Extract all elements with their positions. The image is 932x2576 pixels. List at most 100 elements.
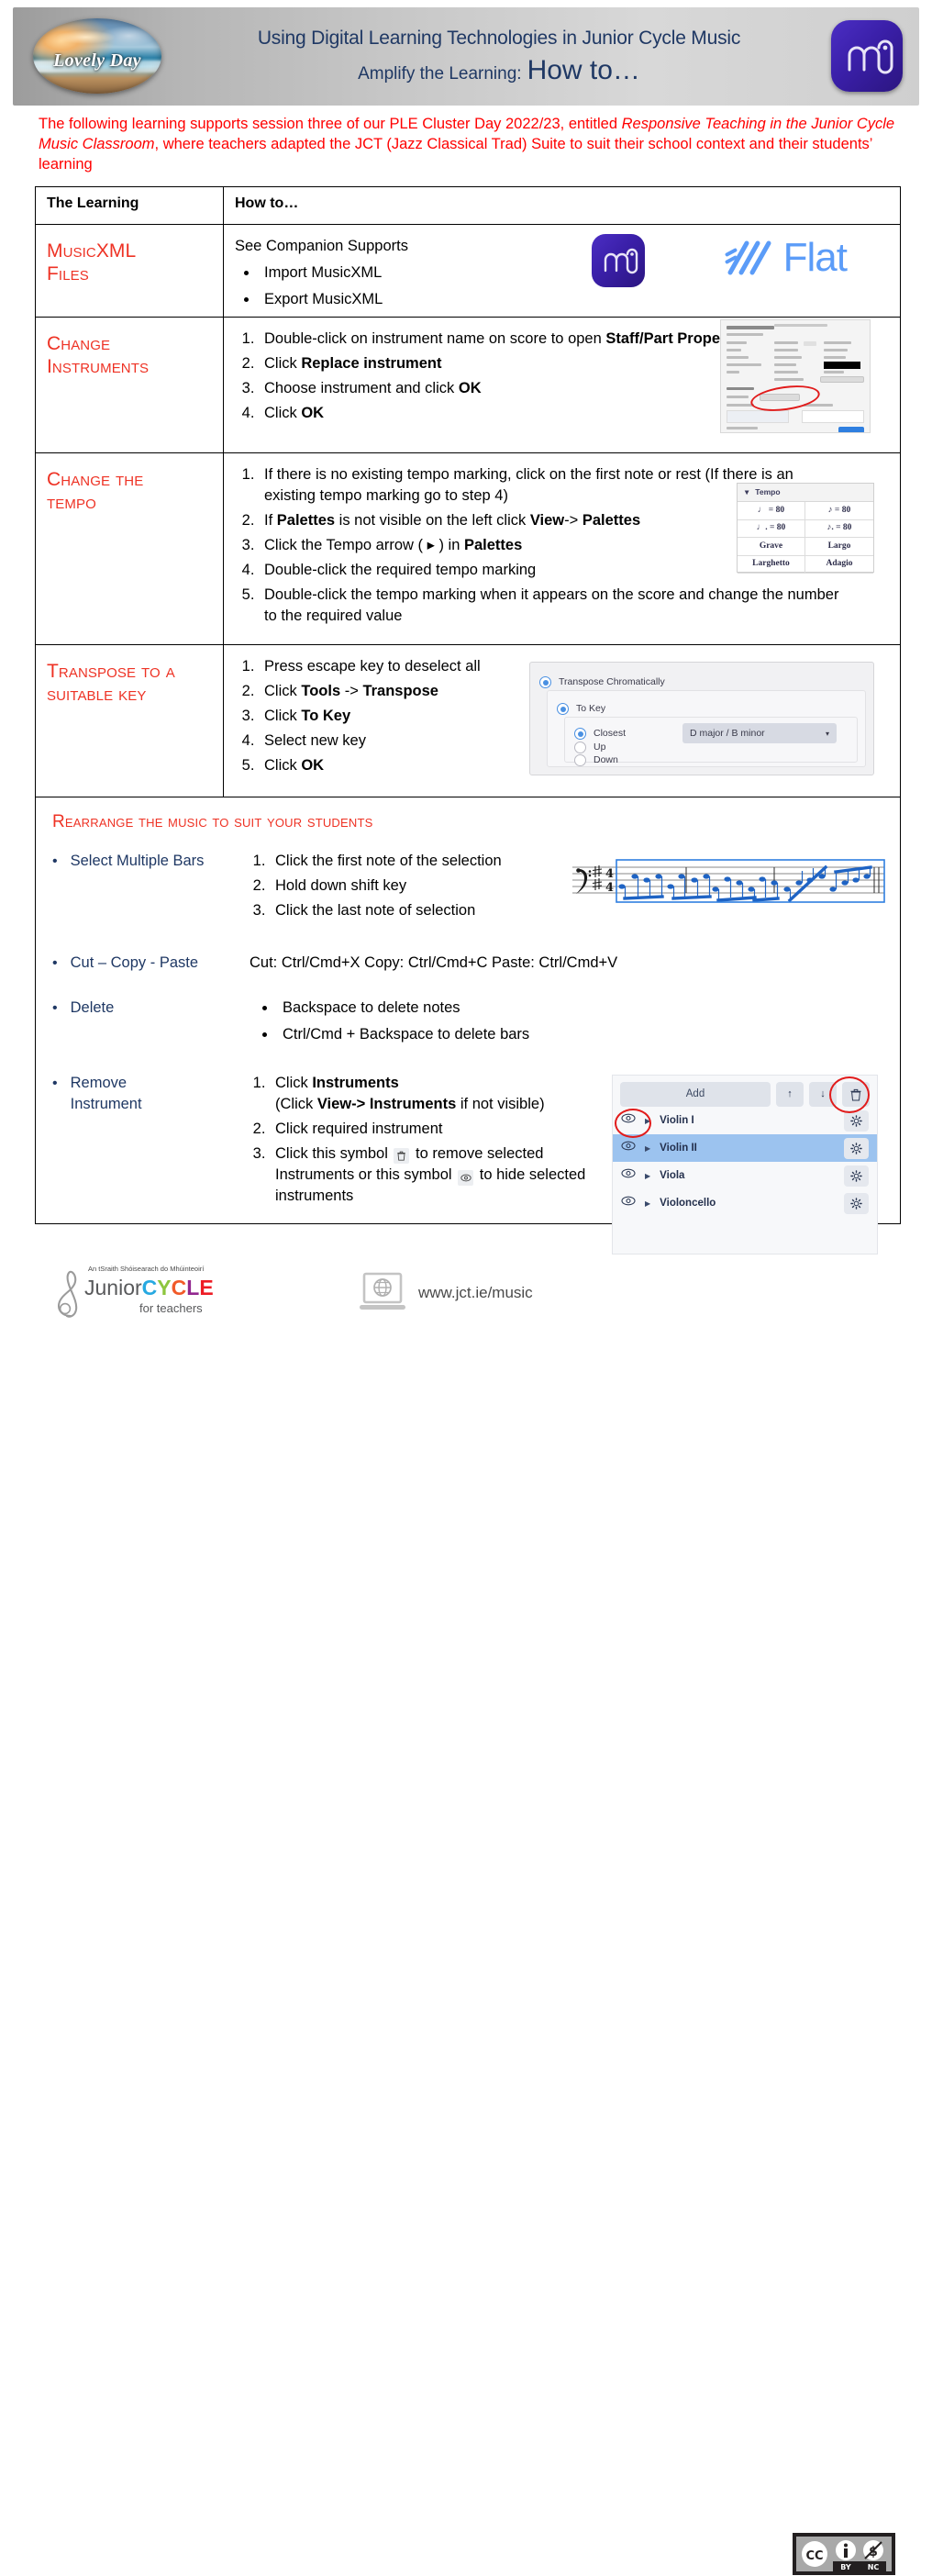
list-item: Click this symbol to remove selected Ins… [270, 1143, 616, 1207]
radio-icon[interactable] [557, 703, 569, 715]
eye-icon[interactable] [621, 1165, 636, 1187]
instrument-name: Viola [660, 1169, 685, 1181]
learning-cell-transpose: Transpose to a suitable key [35, 644, 224, 797]
wordmark-junior: Junior [84, 1276, 142, 1299]
gear-icon[interactable] [844, 1137, 869, 1159]
step-text: Click this symbol [275, 1145, 393, 1162]
flat-wordmark: Flat [782, 235, 848, 280]
chevron-right-icon[interactable]: ▶ [645, 1193, 650, 1214]
radio-icon[interactable] [574, 754, 586, 766]
eye-icon[interactable] [621, 1138, 636, 1159]
eye-icon [458, 1170, 474, 1186]
website-url[interactable]: www.jct.ie/music [418, 1284, 533, 1302]
step-bold: Palettes [582, 512, 641, 529]
instrument-row-violin-2[interactable]: ▶ Violin II [613, 1134, 877, 1162]
rearrange-label: • Select Multiple Bars [52, 851, 250, 872]
delete-bullets-wrap: Backspace to delete notes Ctrl/Cmd + Bac… [250, 998, 893, 1051]
step-text: Click [264, 757, 302, 774]
banner-title-block: Using Digital Learning Technologies in J… [178, 7, 820, 106]
instrument-name: Violin I [660, 1114, 694, 1126]
gear-icon[interactable] [844, 1165, 869, 1187]
transpose-body: Press escape key to deselect all Click T… [224, 645, 900, 797]
add-instrument-button[interactable]: Add [620, 1082, 771, 1107]
step-bold: To Key [301, 708, 351, 724]
remove-instrument-steps-wrap: Click Instruments (Click View-> Instrume… [250, 1073, 893, 1255]
tempo-cell: Larghetto [738, 555, 805, 574]
step-text: If there is no existing tempo marking, c… [264, 466, 793, 504]
step-text: If [264, 512, 277, 529]
tempo-cell: Adagio [805, 556, 873, 574]
list-item: Ctrl/Cmd + Backspace to delete bars [277, 1024, 893, 1045]
wordmark-e: E [199, 1276, 214, 1299]
eye-icon[interactable] [621, 1193, 636, 1214]
learning-heading-line1: Change [47, 333, 111, 354]
table-header-row: The Learning How to… [35, 186, 901, 225]
staff-part-properties-screenshot [720, 319, 871, 433]
cloud-decoration [99, 26, 158, 46]
bullet-icon: • [52, 1000, 58, 1016]
rearrange-item-cut-copy-paste: • Cut – Copy - Paste Cut: Ctrl/Cmd+X Cop… [43, 953, 893, 974]
step-bold: View-> Instruments [316, 1096, 457, 1112]
instrument-row-violin-1[interactable]: ▶ Violin I [613, 1107, 877, 1134]
step-bold: OK [301, 405, 325, 421]
list-item: Double-click the tempo marking when it a… [259, 585, 840, 627]
highlight-ellipse-trash [829, 1076, 870, 1113]
step-text: Double-click on instrument name on score… [264, 330, 606, 347]
subtitle-howto: How to… [527, 54, 640, 85]
wordmark-c2: C [171, 1276, 187, 1299]
step-text: Select new key [264, 732, 366, 749]
step-bold: View [529, 512, 565, 529]
chevron-right-icon[interactable]: ▶ [645, 1138, 650, 1159]
rearrange-title: Rearrange the music to suit your student… [52, 812, 373, 831]
creative-commons-badge: CC $ BY NC [793, 2533, 895, 2575]
radio-icon[interactable] [539, 676, 551, 688]
key-select[interactable]: D major / B minor ▾ [682, 723, 837, 743]
rearrange-label: • Delete [52, 998, 250, 1019]
step-text: Click [264, 405, 302, 421]
step-text: Double-click the required tempo marking [264, 562, 537, 578]
bullet-icon: • [52, 1076, 58, 1091]
learning-heading-change-instruments: Change Instruments [36, 318, 223, 378]
rearrange-label: • Remove Instrument [52, 1073, 250, 1115]
instrument-row-viola[interactable]: ▶ Viola [613, 1162, 877, 1189]
change-instruments-body: Double-click on instrument name on score… [224, 318, 900, 452]
step-text: Click [275, 1075, 313, 1091]
rearrange-label-wrap: • Select Multiple Bars [43, 851, 250, 925]
rearrange-cell: Rearrange the music to suit your student… [35, 797, 901, 1255]
radio-label: Down [594, 754, 618, 765]
select-bars-steps-wrap: Click the first note of the selection Ho… [250, 851, 893, 925]
step-bold: Transpose [362, 683, 438, 699]
junior-cycle-logo: An tSraith Shóisearach do Mhúinteoirí Ju… [31, 1263, 214, 1321]
key-select-value: D major / B minor [690, 727, 765, 739]
intro-part2: , where teachers adapted the JCT (Jazz C… [39, 136, 872, 173]
svg-text:CC: CC [805, 2549, 823, 2563]
learning-cell-musicxml: MusicXML Files [35, 224, 224, 318]
step-text: Click [264, 708, 302, 724]
learning-heading-transpose: Transpose to a suitable key [36, 645, 223, 706]
chevron-right-icon[interactable]: ▶ [645, 1165, 650, 1187]
rearrange-label-line1: Remove [70, 1075, 128, 1091]
musicxml-body: See Companion Supports Import MusicXML E… [224, 225, 900, 317]
howto-cell-musicxml: See Companion Supports Import MusicXML E… [223, 224, 901, 318]
intro-paragraph: The following learning supports session … [39, 114, 901, 174]
rearrange-label-text: Delete [70, 999, 115, 1016]
gear-icon[interactable] [844, 1192, 869, 1214]
rearrange-item-remove-instrument: • Remove Instrument Click Instruments (C… [43, 1073, 893, 1255]
shortcut-text: Cut: Ctrl/Cmd+X Copy: Ctrl/Cmd+C Paste: … [250, 954, 618, 971]
learning-heading-line2: suitable key [47, 684, 147, 705]
radio-down[interactable]: Down [574, 750, 618, 771]
junior-cycle-tagline: An tSraith Shóisearach do Mhúinteoirí [88, 1265, 205, 1273]
step-bold: OK [301, 757, 325, 774]
step-bold: Palettes [463, 537, 523, 553]
step-text: Click [264, 683, 302, 699]
table-row-change-instruments: Change Instruments Double-click on instr… [35, 317, 901, 453]
svg-text:4: 4 [605, 867, 614, 881]
table-row-change-tempo: Change the tempo If there is no existing… [35, 452, 901, 645]
arrow-up-icon[interactable]: ↑ [776, 1082, 804, 1107]
step-text: -> [340, 683, 363, 699]
instrument-row-violoncello[interactable]: ▶ Violoncello [613, 1189, 877, 1217]
step-text: Choose instrument and click [264, 380, 459, 396]
chevron-down-icon: ▾ [825, 729, 829, 738]
step-text: -> [564, 512, 582, 529]
intro-part1: The following learning supports session … [39, 116, 622, 132]
